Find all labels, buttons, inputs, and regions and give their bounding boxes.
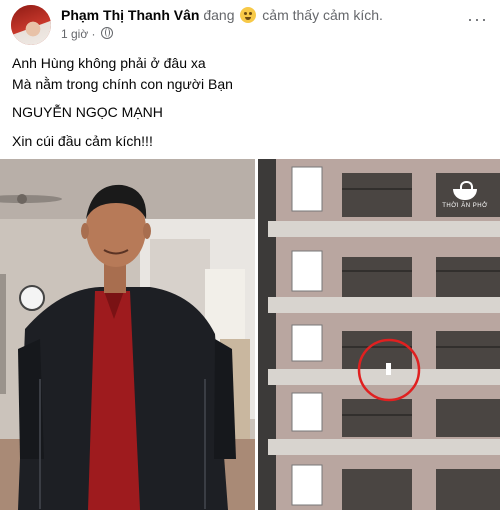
watermark: THỜI ĂN PHỞ bbox=[442, 181, 488, 209]
post-text-line-1: Anh Hùng không phải ở đâu xa bbox=[12, 55, 206, 71]
post-timestamp[interactable]: 1 giờ · bbox=[61, 27, 96, 41]
more-options-icon[interactable]: ··· bbox=[467, 10, 488, 28]
post-text-line-2: Mà nằm trong chính con người Bạn bbox=[12, 76, 233, 92]
author-line: Phạm Thị Thanh Vân đang cảm thấy cảm kíc… bbox=[61, 7, 383, 23]
photo-building[interactable]: THỜI ĂN PHỞ bbox=[258, 159, 500, 510]
avatar[interactable] bbox=[11, 5, 51, 45]
author-name[interactable]: Phạm Thị Thanh Vân bbox=[61, 7, 199, 23]
post-text-line-3: NGUYỄN NGỌC MẠNH bbox=[12, 104, 163, 120]
photo-grid: THỜI ĂN PHỞ bbox=[0, 159, 500, 510]
watermark-text: THỜI ĂN PHỞ bbox=[442, 203, 488, 209]
post-text-line-4: Xin cúi đầu cảm kích!!! bbox=[12, 133, 153, 149]
building-image bbox=[258, 159, 500, 510]
feeling-prefix: đang bbox=[203, 7, 235, 23]
feeling-text[interactable]: cảm thấy cảm kích. bbox=[262, 7, 383, 23]
globe-icon bbox=[100, 27, 113, 39]
photo-portrait[interactable] bbox=[0, 159, 255, 510]
smiling-face-emoji-icon bbox=[240, 7, 257, 23]
post-meta: 1 giờ · bbox=[61, 27, 113, 41]
portrait-image bbox=[0, 159, 255, 510]
post-header: Phạm Thị Thanh Vân đang cảm thấy cảm kíc… bbox=[0, 0, 500, 50]
bowl-icon bbox=[452, 181, 478, 201]
